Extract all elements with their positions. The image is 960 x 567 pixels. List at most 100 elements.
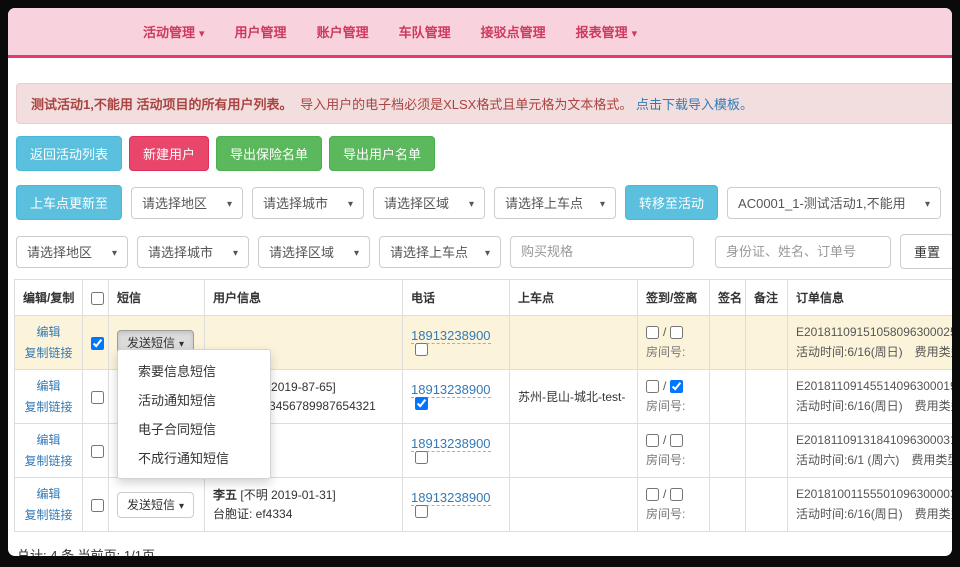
- send-sms-label: 发送短信: [127, 336, 175, 350]
- select-all-checkbox[interactable]: [91, 292, 104, 305]
- alert-text: 导入用户的电子档必须是XLSX格式且单元格为文本格式。: [300, 97, 632, 112]
- export-insurance-list-button[interactable]: 导出保险名单: [216, 136, 322, 171]
- sign-in-checkbox[interactable]: [646, 380, 659, 393]
- city-select-2[interactable]: 请选择城市: [137, 236, 249, 268]
- city-select-1-value: 请选择城市: [263, 193, 328, 212]
- reset-button[interactable]: 重置: [900, 234, 952, 269]
- page-content: 活动管理 用户管理 账户管理 车队管理 接驳点管理 报表管理 测试活动1,不能用…: [8, 8, 952, 556]
- menu-item-cancellation-notice-sms[interactable]: 不成行通知短信: [118, 443, 270, 472]
- update-pickup-point-button[interactable]: 上车点更新至: [16, 185, 122, 220]
- order-number: E20181109145514096300019: [796, 377, 952, 397]
- district-select-2[interactable]: 请选择区域: [258, 236, 370, 268]
- order-number: E20181109131841096300031: [796, 431, 952, 451]
- chevron-down-icon: [227, 195, 232, 210]
- nav-activity-management[interactable]: 活动管理: [128, 22, 220, 41]
- header-phone: 电话: [403, 280, 510, 316]
- activity-select-value: AC0001_1-测试活动1,不能用: [738, 193, 906, 212]
- nav-user-management[interactable]: 用户管理: [220, 22, 302, 41]
- send-sms-button[interactable]: 发送短信: [117, 492, 194, 518]
- menu-item-request-info-sms[interactable]: 索要信息短信: [118, 356, 270, 385]
- phone-checkbox[interactable]: [415, 505, 428, 518]
- sign-out-checkbox[interactable]: [670, 380, 683, 393]
- chevron-down-icon: [354, 244, 359, 259]
- order-activity-time: 活动时间:6/16(周日) 费用类型: [796, 397, 952, 417]
- room-number-label: 房间号:: [646, 505, 701, 522]
- sign-in-checkbox[interactable]: [646, 488, 659, 501]
- pickup-select-1[interactable]: 请选择上车点: [494, 187, 616, 219]
- pickup-cell: [510, 478, 638, 532]
- nav-report-management[interactable]: 报表管理: [561, 22, 653, 41]
- purchase-spec-input[interactable]: [510, 236, 694, 268]
- phone-link[interactable]: 18913238900: [411, 382, 491, 398]
- sign-out-checkbox[interactable]: [670, 488, 683, 501]
- activity-select[interactable]: AC0001_1-测试活动1,不能用: [727, 187, 941, 219]
- signature-cell: [710, 424, 746, 478]
- copy-link[interactable]: 复制链接: [23, 451, 74, 471]
- order-number: E20181109151058096300025: [796, 323, 952, 343]
- region-select-1[interactable]: 请选择地区: [131, 187, 243, 219]
- header-order-info: 订单信息: [788, 280, 953, 316]
- phone-checkbox[interactable]: [415, 343, 428, 356]
- pickup-cell: 苏州-昆山-城北-test-: [510, 370, 638, 424]
- copy-link[interactable]: 复制链接: [23, 397, 74, 417]
- phone-link[interactable]: 18913238900: [411, 436, 491, 452]
- alert-title: 测试活动1,不能用 活动项目的所有用户列表。: [31, 97, 292, 112]
- pagination-summary: 总计: 4 条,当前页: 1/1页: [17, 545, 952, 556]
- nav-account-management[interactable]: 账户管理: [302, 22, 384, 41]
- sign-separator: /: [663, 433, 666, 447]
- sign-cell: / 房间号:: [638, 316, 710, 370]
- order-info-cell: E20181109145514096300019 活动时间:6/16(周日) 费…: [788, 370, 953, 424]
- menu-item-e-contract-sms[interactable]: 电子合同短信: [118, 414, 270, 443]
- download-template-link[interactable]: 点击下载导入模板。: [636, 97, 753, 112]
- signature-cell: [710, 370, 746, 424]
- remark-cell: [746, 478, 788, 532]
- row-select-cell: [83, 424, 109, 478]
- header-pickup-point: 上车点: [510, 280, 638, 316]
- back-to-activity-list-button[interactable]: 返回活动列表: [16, 136, 122, 171]
- menu-item-activity-notice-sms[interactable]: 活动通知短信: [118, 385, 270, 414]
- phone-cell: 18913238900: [403, 478, 510, 532]
- row-checkbox[interactable]: [91, 445, 104, 458]
- new-user-button[interactable]: 新建用户: [129, 136, 209, 171]
- pickup-select-2[interactable]: 请选择上车点: [379, 236, 501, 268]
- pickup-update-row: 上车点更新至 请选择地区 请选择城市 请选择区域 请选择上车点 转移至活动 AC…: [16, 185, 952, 220]
- table-row: 编辑 复制链接 发送短信 李五 [不明 2019-01-31] 台胞证: ef4…: [15, 478, 953, 532]
- order-activity-time: 活动时间:6/16(周日) 费用类型: [796, 343, 952, 363]
- user-info-cell: 李五 [不明 2019-01-31] 台胞证: ef4334: [205, 478, 403, 532]
- phone-link[interactable]: 18913238900: [411, 490, 491, 506]
- nav-fleet-management[interactable]: 车队管理: [384, 22, 466, 41]
- phone-cell: 18913238900: [403, 424, 510, 478]
- sign-in-checkbox[interactable]: [646, 326, 659, 339]
- chevron-down-icon: [348, 195, 353, 210]
- header-select-all: [83, 280, 109, 316]
- row-checkbox[interactable]: [91, 337, 104, 350]
- room-number-label: 房间号:: [646, 451, 701, 468]
- sign-out-checkbox[interactable]: [670, 434, 683, 447]
- search-input[interactable]: [715, 236, 891, 268]
- edit-link[interactable]: 编辑: [23, 484, 74, 504]
- transfer-to-activity-button[interactable]: 转移至活动: [625, 185, 718, 220]
- room-number-label: 房间号:: [646, 343, 701, 360]
- export-user-list-button[interactable]: 导出用户名单: [329, 136, 435, 171]
- sign-out-checkbox[interactable]: [670, 326, 683, 339]
- order-activity-time: 活动时间:6/16(周日) 费用类型: [796, 505, 952, 525]
- edit-link[interactable]: 编辑: [23, 322, 74, 342]
- nav-pickup-point-management[interactable]: 接驳点管理: [466, 22, 561, 41]
- copy-link[interactable]: 复制链接: [23, 505, 74, 525]
- row-checkbox[interactable]: [91, 499, 104, 512]
- edit-link[interactable]: 编辑: [23, 376, 74, 396]
- phone-link[interactable]: 18913238900: [411, 328, 491, 344]
- row-checkbox[interactable]: [91, 391, 104, 404]
- phone-checkbox[interactable]: [415, 451, 428, 464]
- edit-copy-cell: 编辑 复制链接: [15, 316, 83, 370]
- pickup-cell: [510, 316, 638, 370]
- sign-in-checkbox[interactable]: [646, 434, 659, 447]
- header-sign: 签到/签离: [638, 280, 710, 316]
- edit-link[interactable]: 编辑: [23, 430, 74, 450]
- city-select-1[interactable]: 请选择城市: [252, 187, 364, 219]
- order-activity-time: 活动时间:6/1 (周六) 费用类型: [796, 451, 952, 471]
- phone-checkbox[interactable]: [415, 397, 428, 410]
- district-select-1[interactable]: 请选择区域: [373, 187, 485, 219]
- region-select-2[interactable]: 请选择地区: [16, 236, 128, 268]
- copy-link[interactable]: 复制链接: [23, 343, 74, 363]
